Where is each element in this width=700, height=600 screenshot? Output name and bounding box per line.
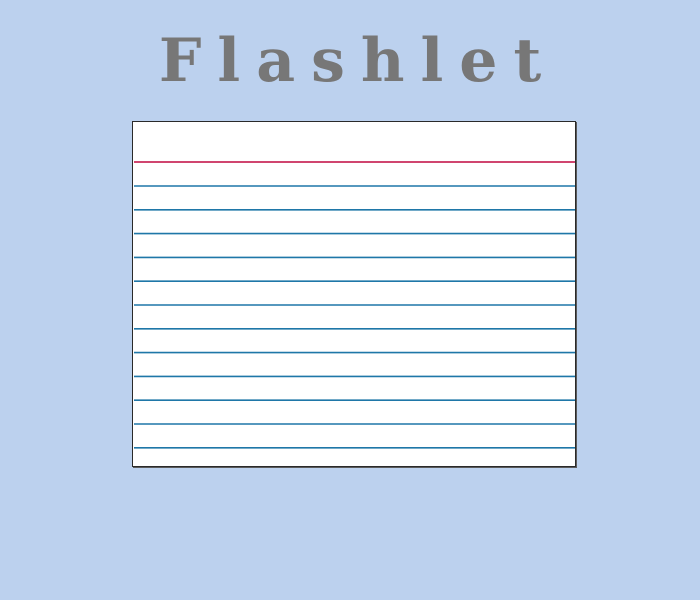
index-card[interactable] bbox=[132, 121, 576, 467]
card-ruled-lines bbox=[134, 185, 575, 449]
app-title: Flashlet bbox=[158, 26, 558, 96]
card-ruling bbox=[134, 161, 575, 449]
